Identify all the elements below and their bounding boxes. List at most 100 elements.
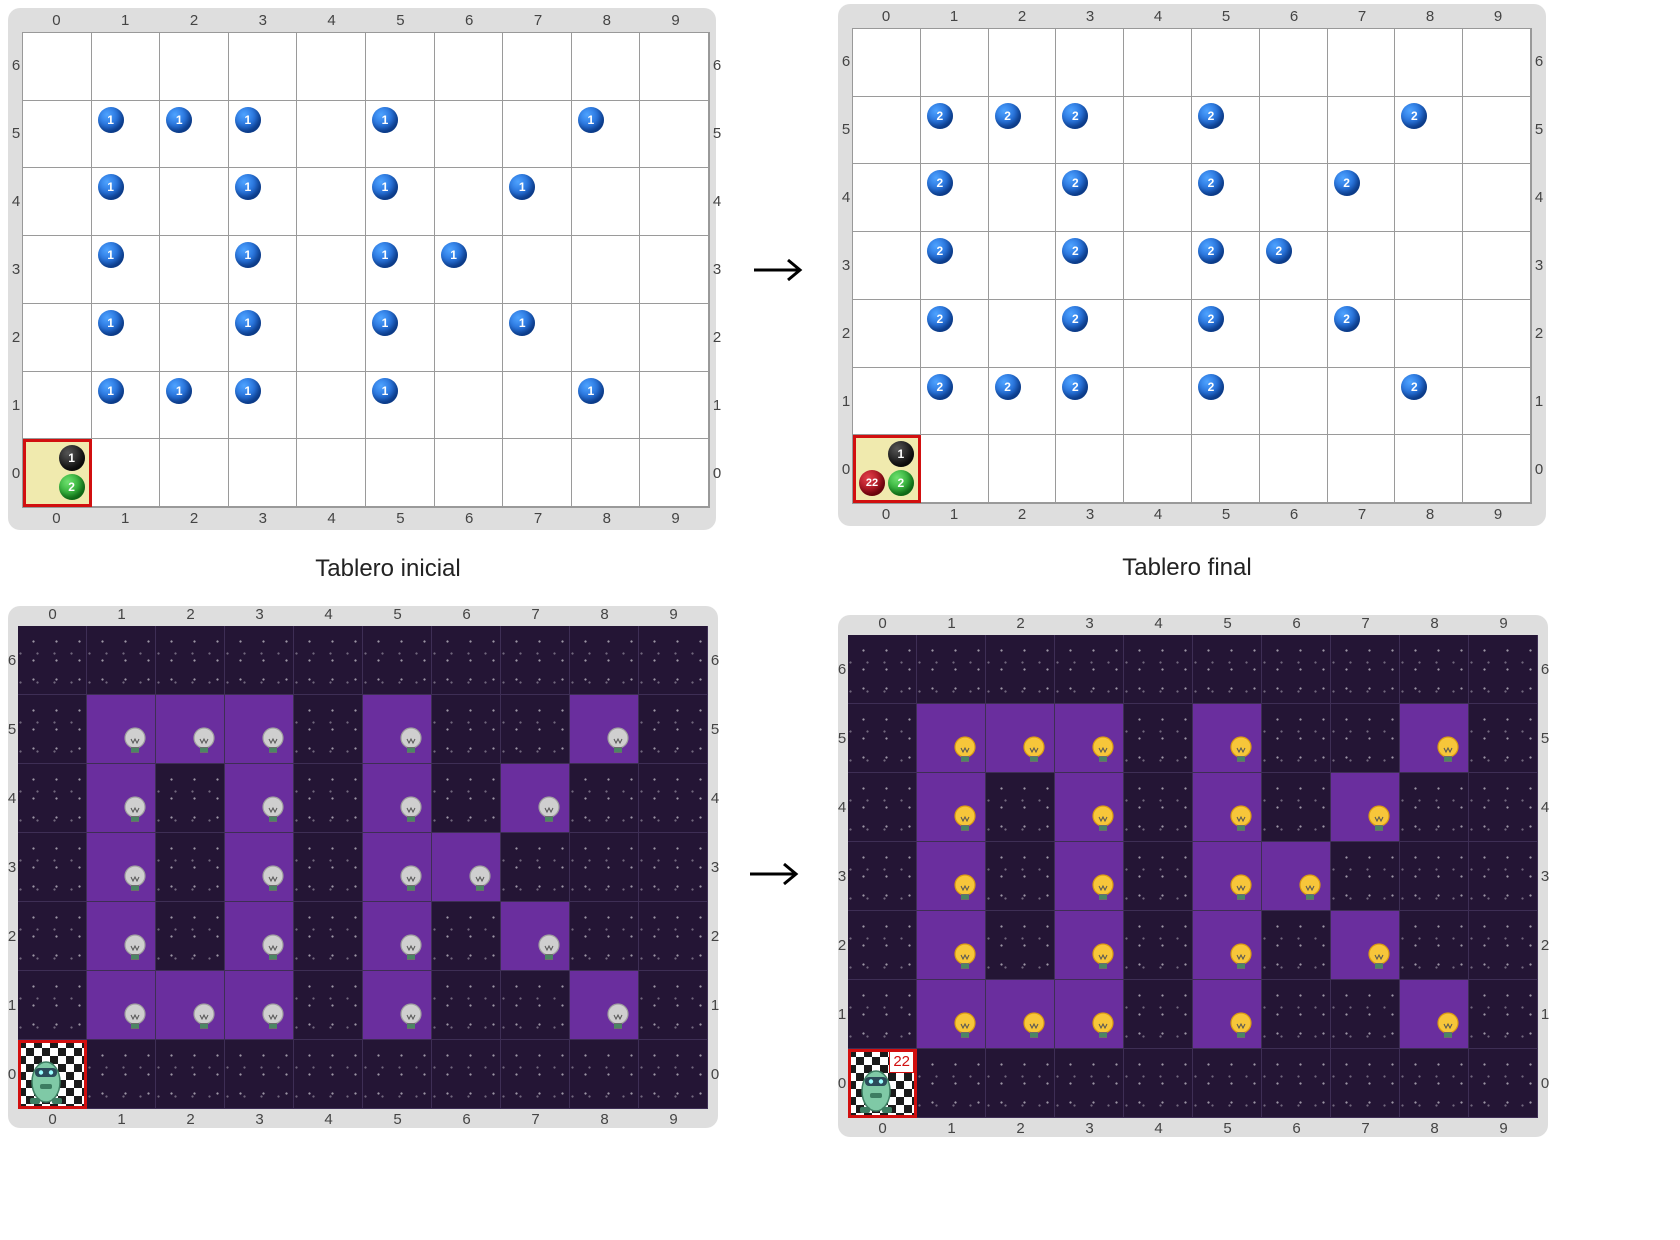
col-label-top: 0 [878, 615, 887, 632]
board-cell [640, 100, 709, 169]
initial-scene-board: 0 0 1 1 2 2 3 3 4 4 5 5 6 6 7 7 8 8 9 9 6 6 5 5 4 4 3 3 2 2 1 1 0 0 [7, 606, 720, 1128]
row-label-left: 5 [7, 720, 17, 738]
board-cell [503, 236, 572, 304]
board-cell: 1 [571, 371, 641, 440]
board-cell [503, 439, 572, 507]
lit-cell [225, 833, 294, 902]
space-cell [1262, 911, 1331, 980]
lit-cell [363, 695, 432, 764]
row-label-right: 1 [1540, 1005, 1550, 1023]
lit-cell [225, 695, 294, 764]
col-label-bottom: 8 [600, 1111, 609, 1128]
lit-cell [1331, 773, 1400, 842]
space-cell [432, 626, 501, 695]
lit-cell [570, 971, 639, 1040]
col-label-bottom: 5 [1221, 506, 1231, 523]
row-label-right: 4 [712, 193, 722, 210]
space-cell [1262, 635, 1331, 704]
bulb-on-icon [1091, 874, 1115, 904]
board-cell: 1 [228, 303, 298, 372]
board-cell [571, 33, 641, 101]
board-cell [988, 299, 1057, 368]
blue-ball-icon: 1 [371, 377, 398, 404]
board-cell: 2 [1192, 299, 1260, 368]
counter-badge: 22 [889, 1051, 914, 1073]
board-cell: 2 [1259, 232, 1328, 300]
col-label-bottom: 5 [396, 510, 405, 527]
board-cell: 2 [1192, 164, 1260, 233]
row-label-right: 6 [710, 651, 720, 669]
space-cell [570, 626, 639, 695]
space-cell [570, 902, 639, 971]
board-cell [1327, 29, 1396, 97]
row-label-right: 6 [1534, 53, 1544, 70]
space-cell [1469, 635, 1538, 704]
board-cell: 2 [920, 232, 989, 300]
board-cell [160, 33, 229, 101]
board-cell [297, 168, 366, 237]
space-cell [294, 902, 363, 971]
board-cell [434, 168, 504, 237]
space-cell [432, 764, 501, 833]
space-cell [1262, 980, 1331, 1049]
board-cell [297, 100, 366, 169]
lit-cell [225, 902, 294, 971]
board-cell: 2 [1395, 96, 1464, 165]
space-cell [1331, 980, 1400, 1049]
col-label-top: 1 [117, 606, 126, 623]
board-cell [1395, 164, 1464, 233]
bulb-off-icon [606, 1003, 630, 1033]
arrow-right-icon [754, 258, 803, 282]
bulb-off-icon [261, 934, 285, 964]
space-cell [848, 911, 917, 980]
bulb-on-icon [953, 874, 977, 904]
board-cell: 1 [571, 100, 641, 169]
row-label-left: 5 [841, 121, 851, 138]
board-cell [228, 33, 298, 101]
col-label-top: 7 [1357, 8, 1367, 25]
col-label-top: 8 [1425, 8, 1435, 25]
space-cell [1055, 1049, 1124, 1118]
row-label-right: 2 [1534, 325, 1544, 342]
space-cell [225, 626, 294, 695]
col-label-top: 6 [1289, 8, 1299, 25]
bulb-off-icon [123, 1003, 147, 1033]
board-cell [1259, 367, 1328, 436]
row-label-right: 0 [1540, 1074, 1550, 1092]
bulb-off-icon [468, 865, 492, 895]
bulb-on-icon [1229, 805, 1253, 835]
row-label-right: 5 [712, 125, 722, 142]
bulb-off-icon [537, 934, 561, 964]
blue-ball-icon: 2 [1198, 305, 1224, 332]
board-cell [1463, 299, 1531, 368]
lit-cell [1055, 773, 1124, 842]
space-cell [1124, 635, 1193, 704]
col-label-top: 5 [393, 606, 402, 623]
board-cell [640, 168, 709, 237]
origin-cell: 1 2 22 [853, 435, 921, 503]
col-label-bottom: 7 [533, 510, 543, 527]
space-cell [1400, 1049, 1469, 1118]
col-label-top: 8 [1430, 615, 1439, 632]
board-cell [434, 33, 504, 101]
board-cell [1463, 164, 1531, 233]
space-cell [432, 971, 501, 1040]
col-label-top: 9 [671, 12, 680, 29]
col-label-top: 9 [1493, 8, 1503, 25]
row-label-right: 0 [712, 465, 722, 482]
col-label-top: 4 [324, 606, 333, 623]
space-cell [18, 695, 87, 764]
col-label-bottom: 9 [1493, 506, 1503, 523]
board-cell [920, 435, 989, 503]
row-label-right: 3 [1534, 257, 1544, 274]
board-cell [920, 29, 989, 97]
lit-cell [87, 764, 156, 833]
row-label-left: 1 [7, 996, 17, 1014]
space-cell [1400, 911, 1469, 980]
board-cell [160, 303, 229, 372]
col-label-bottom: 8 [602, 510, 611, 527]
row-label-left: 1 [11, 397, 21, 414]
col-label-top: 4 [1153, 8, 1163, 25]
board-cell [1463, 367, 1531, 436]
col-label-top: 3 [255, 606, 264, 623]
